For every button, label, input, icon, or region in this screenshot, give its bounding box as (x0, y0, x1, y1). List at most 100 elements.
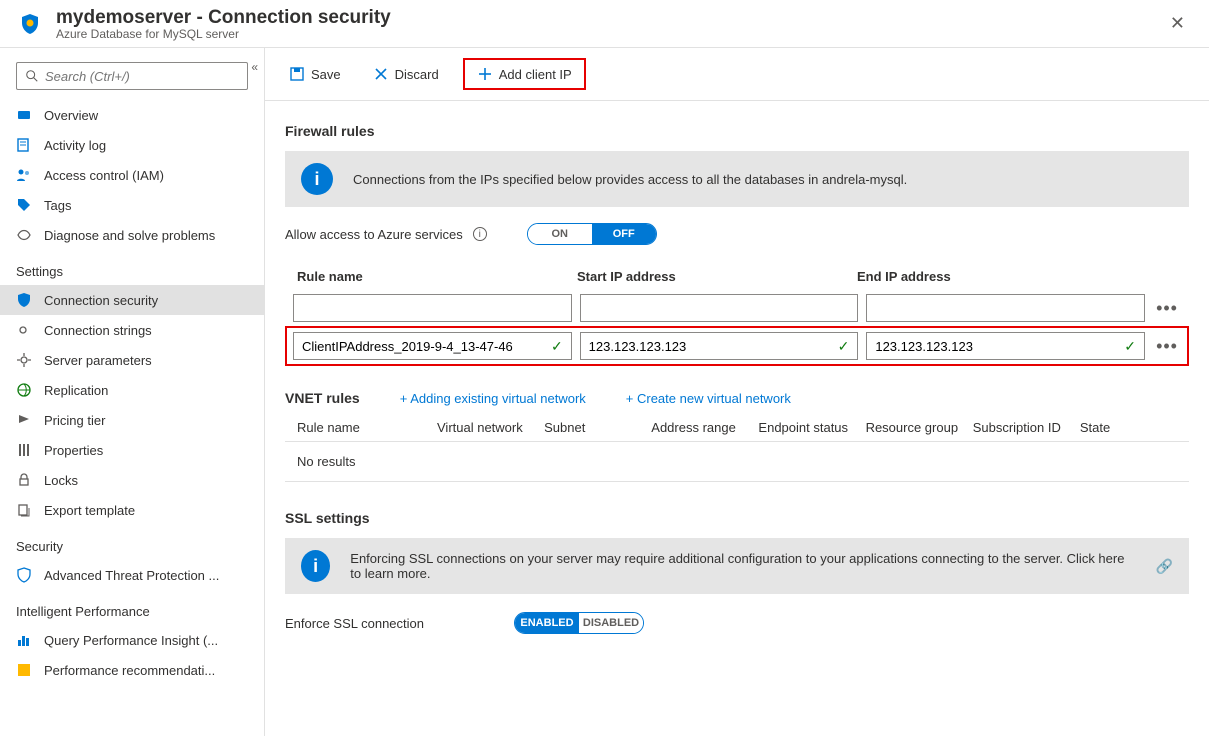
firewall-info-bar: i Connections from the IPs specified bel… (285, 151, 1189, 207)
add-client-ip-button[interactable]: Add client IP (463, 58, 586, 90)
create-new-vnet-link[interactable]: + Create new virtual network (626, 391, 791, 406)
nav-label: Overview (44, 108, 98, 123)
row-menu-button[interactable]: ••• (1153, 336, 1181, 357)
search-icon (25, 69, 39, 83)
sidebar-item-properties[interactable]: Properties (0, 435, 264, 465)
firewall-row-empty: ••• (285, 290, 1189, 326)
pricing-icon (16, 412, 32, 428)
nav-label: Activity log (44, 138, 106, 153)
main-content: Save Discard Add client IP Firewall rule… (265, 48, 1209, 736)
toggle-enabled: ENABLED (515, 613, 579, 633)
discard-icon (373, 66, 389, 82)
rule-name-input[interactable]: ✓ (293, 332, 572, 360)
external-link-icon[interactable]: 🔗 (1156, 558, 1173, 575)
discard-label: Discard (395, 67, 439, 82)
log-icon (16, 137, 32, 153)
gear-icon (16, 352, 32, 368)
nav-label: Connection strings (44, 323, 152, 338)
nav-label: Properties (44, 443, 103, 458)
col-rule-name: Rule name (297, 269, 577, 284)
sidebar-item-diagnose[interactable]: Diagnose and solve problems (0, 220, 264, 250)
people-icon (16, 167, 32, 183)
sidebar-item-overview[interactable]: Overview (0, 100, 264, 130)
toggle-on: ON (528, 224, 592, 244)
firewall-info-text: Connections from the IPs specified below… (353, 172, 907, 187)
help-icon[interactable]: i (473, 227, 487, 241)
nav-label: Diagnose and solve problems (44, 228, 215, 243)
ssl-title: SSL settings (285, 510, 1189, 526)
col-start-ip: Start IP address (577, 269, 857, 284)
vnet-title: VNET rules (285, 390, 360, 406)
start-ip-input[interactable] (580, 294, 859, 322)
sidebar-item-query-perf[interactable]: Query Performance Insight (... (0, 625, 264, 655)
sidebar-item-atp[interactable]: Advanced Threat Protection ... (0, 560, 264, 590)
allow-azure-label: Allow access to Azure services (285, 227, 463, 242)
check-icon: ✓ (838, 338, 850, 355)
sidebar-item-access-control[interactable]: Access control (IAM) (0, 160, 264, 190)
check-icon: ✓ (1124, 338, 1136, 355)
tag-icon (16, 197, 32, 213)
sidebar-item-perf-rec[interactable]: Performance recommendati... (0, 655, 264, 685)
rule-name-input[interactable] (293, 294, 572, 322)
sidebar-section-settings: Settings (0, 250, 264, 285)
toggle-off: OFF (592, 224, 656, 244)
sidebar-item-tags[interactable]: Tags (0, 190, 264, 220)
page-header: mydemoserver - Connection security Azure… (0, 0, 1209, 48)
sidebar-item-connection-security[interactable]: Connection security (0, 285, 264, 315)
save-label: Save (311, 67, 341, 82)
page-subtitle: Azure Database for MySQL server (56, 27, 391, 41)
start-ip-input[interactable]: ✓ (580, 332, 859, 360)
nav-label: Advanced Threat Protection ... (44, 568, 219, 583)
end-ip-input[interactable] (866, 294, 1145, 322)
search-input-wrapper[interactable] (16, 62, 248, 90)
nav-label: Access control (IAM) (44, 168, 164, 183)
toggle-disabled: DISABLED (579, 613, 643, 633)
nav-label: Connection security (44, 293, 158, 308)
add-client-ip-label: Add client IP (499, 67, 572, 82)
sidebar-item-locks[interactable]: Locks (0, 465, 264, 495)
sidebar-item-pricing-tier[interactable]: Pricing tier (0, 405, 264, 435)
recommendation-icon (16, 662, 32, 678)
vnet-columns: Rule name Virtual network Subnet Address… (285, 414, 1189, 442)
sidebar-item-replication[interactable]: Replication (0, 375, 264, 405)
page-title: mydemoserver - Connection security (56, 7, 391, 29)
firewall-columns: Rule name Start IP address End IP addres… (285, 263, 1189, 290)
col-end-ip: End IP address (857, 269, 1137, 284)
save-button[interactable]: Save (281, 62, 349, 86)
sidebar: « Overview Activity log Access control (… (0, 48, 265, 736)
discard-button[interactable]: Discard (365, 62, 447, 86)
allow-azure-toggle[interactable]: ON OFF (527, 223, 657, 245)
vnet-no-results: No results (285, 442, 1189, 482)
collapse-sidebar-icon[interactable]: « (251, 60, 258, 74)
lock-icon (16, 472, 32, 488)
end-ip-input[interactable]: ✓ (866, 332, 1145, 360)
sidebar-item-activity-log[interactable]: Activity log (0, 130, 264, 160)
sidebar-section-perf: Intelligent Performance (0, 590, 264, 625)
nav-label: Performance recommendati... (44, 663, 215, 678)
firewall-title: Firewall rules (285, 123, 1189, 139)
plus-icon (477, 66, 493, 82)
toolbar: Save Discard Add client IP (265, 48, 1209, 101)
nav-label: Pricing tier (44, 413, 105, 428)
enforce-ssl-toggle[interactable]: ENABLED DISABLED (514, 612, 644, 634)
link-icon (16, 322, 32, 338)
info-icon: i (301, 550, 330, 582)
close-button[interactable]: ✕ (1162, 9, 1193, 38)
globe-icon (16, 382, 32, 398)
properties-icon (16, 442, 32, 458)
sidebar-item-connection-strings[interactable]: Connection strings (0, 315, 264, 345)
nav-label: Locks (44, 473, 78, 488)
nav-label: Tags (44, 198, 71, 213)
export-icon (16, 502, 32, 518)
search-input[interactable] (45, 69, 239, 84)
sidebar-item-server-parameters[interactable]: Server parameters (0, 345, 264, 375)
ssl-info-text: Enforcing SSL connections on your server… (350, 551, 1135, 581)
row-menu-button[interactable]: ••• (1153, 298, 1181, 319)
nav-label: Export template (44, 503, 135, 518)
nav-label: Server parameters (44, 353, 152, 368)
sidebar-item-export-template[interactable]: Export template (0, 495, 264, 525)
info-icon: i (301, 163, 333, 195)
diagnose-icon (16, 227, 32, 243)
add-existing-vnet-link[interactable]: + Adding existing virtual network (400, 391, 586, 406)
ssl-info-bar: i Enforcing SSL connections on your serv… (285, 538, 1189, 594)
